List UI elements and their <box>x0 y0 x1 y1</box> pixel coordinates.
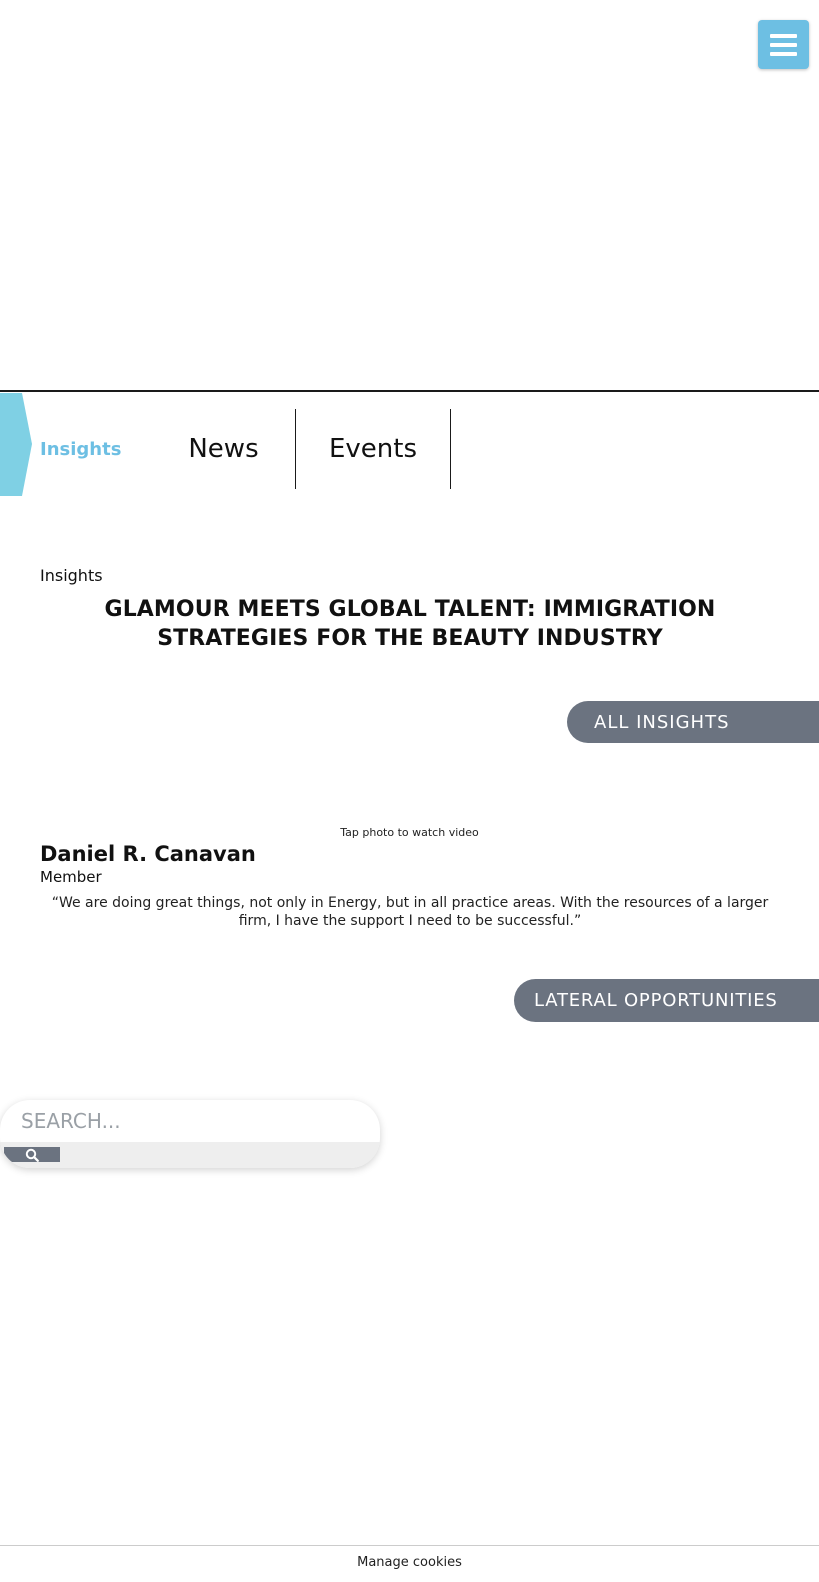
article-title: GLAMOUR MEETS GLOBAL TALENT: IMMIGRATION… <box>104 597 716 651</box>
divider <box>0 390 819 392</box>
lateral-opportunities-button[interactable]: LATERAL OPPORTUNITIES <box>514 979 819 1022</box>
footer-divider <box>0 1545 819 1546</box>
tab-insights[interactable]: Insights <box>40 409 150 489</box>
manage-cookies-link[interactable]: Manage cookies <box>0 1555 819 1570</box>
search-button[interactable] <box>4 1147 60 1162</box>
testimonial-quote: “We are doing great things, not only in … <box>51 895 769 929</box>
testimonial-role: Member <box>40 868 102 886</box>
search-icon <box>25 1148 39 1162</box>
active-tab-marker <box>0 393 32 496</box>
search-input[interactable] <box>0 1100 380 1142</box>
tab-events[interactable]: Events <box>296 409 451 489</box>
video-caption: Tap photo to watch video <box>340 826 479 839</box>
hero-area <box>0 0 819 390</box>
article-category: Insights <box>40 566 103 585</box>
testimonial-name: Daniel R. Canavan <box>40 842 256 866</box>
tab-news[interactable]: News <box>152 409 296 489</box>
search-box <box>0 1100 380 1168</box>
content-tabs: Insights News Events <box>0 393 819 496</box>
all-insights-button[interactable]: ALL INSIGHTS <box>567 701 819 743</box>
